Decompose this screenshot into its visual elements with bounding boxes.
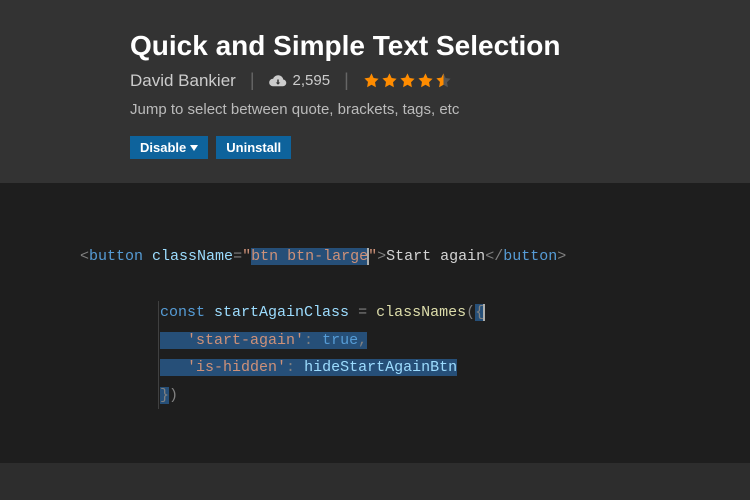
star-icon bbox=[363, 72, 380, 89]
code-line: 'start-again': true, bbox=[160, 327, 750, 355]
text-token: Start again bbox=[386, 248, 485, 265]
extension-header: Quick and Simple Text Selection David Ba… bbox=[0, 0, 750, 183]
caret-down-icon bbox=[190, 145, 198, 151]
extension-title: Quick and Simple Text Selection bbox=[130, 30, 750, 62]
bool-token: true bbox=[322, 332, 358, 349]
keyword-token: const bbox=[160, 304, 205, 321]
extension-description: Jump to select between quote, brackets, … bbox=[130, 101, 750, 118]
key-token: 'is-hidden' bbox=[187, 359, 286, 376]
meta-row: David Bankier | 2,595 | bbox=[130, 70, 750, 91]
tag-token: button bbox=[89, 248, 143, 265]
star-icon bbox=[417, 72, 434, 89]
indent-guide bbox=[158, 301, 159, 409]
uninstall-button[interactable]: Uninstall bbox=[216, 136, 291, 159]
divider: | bbox=[250, 70, 255, 91]
code-preview: <button className="btn btn-large">Start … bbox=[0, 183, 750, 463]
code-line[interactable]: <button className="btn btn-large">Start … bbox=[80, 243, 750, 271]
disable-label: Disable bbox=[140, 140, 186, 155]
action-row: Disable Uninstall bbox=[130, 136, 750, 159]
text-cursor bbox=[483, 304, 485, 321]
author-name[interactable]: David Bankier bbox=[130, 71, 236, 91]
code-line: 'is-hidden': hideStartAgainBtn bbox=[160, 354, 750, 382]
code-block[interactable]: const startAgainClass = classNames({ 'st… bbox=[160, 299, 750, 410]
tag-token: button bbox=[503, 248, 557, 265]
attr-token: className bbox=[152, 248, 233, 265]
selected-text: btn btn-large bbox=[251, 248, 368, 265]
rating-stars[interactable] bbox=[363, 72, 452, 89]
cloud-download-icon bbox=[269, 74, 287, 88]
code-line: const startAgainClass = classNames({ bbox=[160, 299, 750, 327]
key-token: 'start-again' bbox=[187, 332, 304, 349]
var-token: hideStartAgainBtn bbox=[304, 359, 457, 376]
code-line: }) bbox=[160, 382, 750, 410]
download-number: 2,595 bbox=[293, 72, 331, 89]
disable-button[interactable]: Disable bbox=[130, 136, 208, 159]
download-count: 2,595 bbox=[269, 72, 331, 89]
star-icon bbox=[381, 72, 398, 89]
star-icon bbox=[399, 72, 416, 89]
var-token: startAgainClass bbox=[214, 304, 349, 321]
func-token: classNames bbox=[376, 304, 466, 321]
divider: | bbox=[344, 70, 349, 91]
star-half-icon bbox=[435, 72, 452, 89]
